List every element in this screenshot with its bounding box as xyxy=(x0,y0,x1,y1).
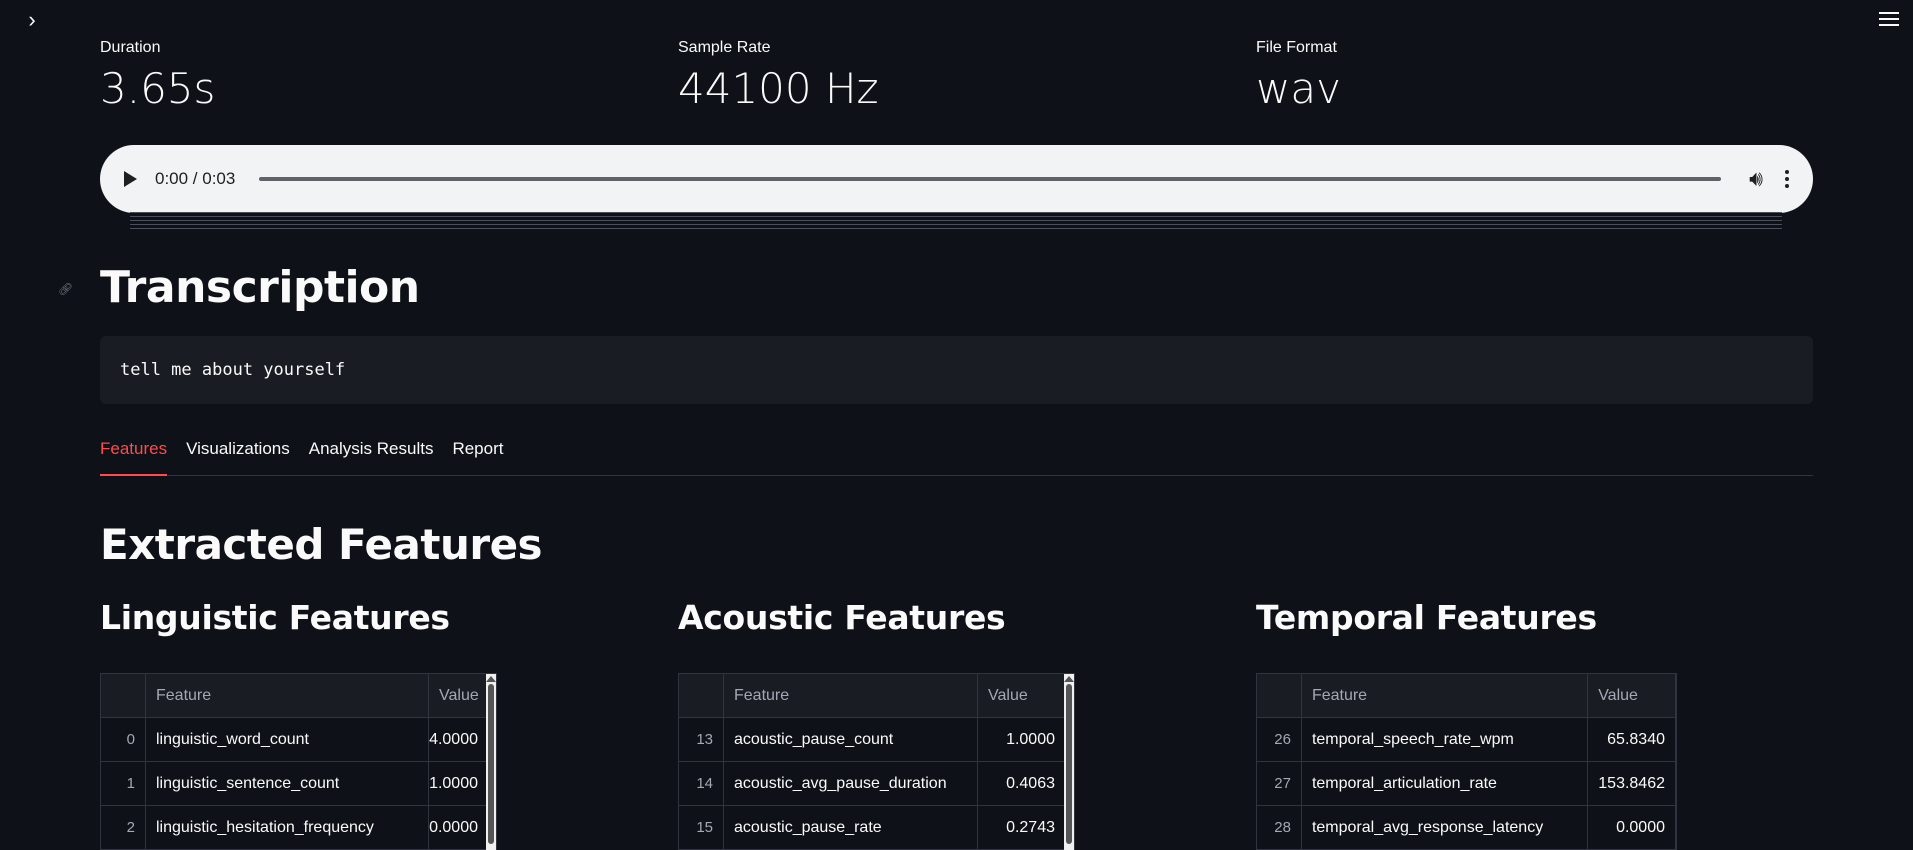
header-value[interactable]: Value xyxy=(978,674,1066,717)
tab-features[interactable]: Features xyxy=(100,436,168,476)
play-icon[interactable] xyxy=(124,171,137,187)
feature-cell: linguistic_sentence_count xyxy=(146,762,429,805)
table-row[interactable]: 15 acoustic_pause_rate 0.2743 xyxy=(679,806,1074,850)
feature-cell: temporal_articulation_rate xyxy=(1302,762,1589,805)
section-title: Temporal Features xyxy=(1256,598,1597,637)
metric-duration: Duration 3.65s xyxy=(100,38,215,114)
row-index: 0 xyxy=(101,718,146,761)
metric-label: Sample Rate xyxy=(678,39,771,56)
tab-bar: Features Visualizations Analysis Results… xyxy=(100,436,1813,476)
row-index: 26 xyxy=(1257,718,1302,761)
row-index: 27 xyxy=(1257,762,1302,805)
table-row[interactable]: 14 acoustic_avg_pause_duration 0.4063 xyxy=(679,762,1074,806)
row-index: 2 xyxy=(101,806,146,849)
table-header: Feature Value xyxy=(1257,674,1676,718)
feature-cell: linguistic_hesitation_frequency xyxy=(146,806,429,849)
value-cell: 0.0000 xyxy=(429,806,489,849)
table-row[interactable]: 28 temporal_avg_response_latency 0.0000 xyxy=(1257,806,1676,850)
main-content: Duration 3.65s Sample Rate 44100 Hz File… xyxy=(58,0,1813,850)
header-value[interactable]: Value xyxy=(1588,674,1676,717)
waveform-divider xyxy=(130,212,1782,236)
table-header: Feature Value xyxy=(101,674,496,718)
audio-seek-bar[interactable] xyxy=(259,177,1722,181)
value-cell: 1.0000 xyxy=(978,718,1066,761)
section-title: Linguistic Features xyxy=(100,598,450,637)
value-cell: 4.0000 xyxy=(429,718,489,761)
header-index xyxy=(679,674,724,717)
table-row[interactable]: 1 linguistic_sentence_count 1.0000 xyxy=(101,762,496,806)
metric-file-format: File Format wav xyxy=(1256,38,1341,114)
value-cell: 153.8462 xyxy=(1588,762,1676,805)
volume-icon[interactable]: 🔊︎ xyxy=(1749,166,1763,192)
linguistic-section: Linguistic Features xyxy=(100,598,450,637)
tab-visualizations[interactable]: Visualizations xyxy=(186,436,290,476)
value-cell: 0.4063 xyxy=(978,762,1066,805)
transcription-heading: Transcription xyxy=(100,262,420,313)
feature-cell: acoustic_avg_pause_duration xyxy=(724,762,978,805)
link-icon[interactable]: 🔗︎ xyxy=(58,282,73,296)
temporal-table[interactable]: Feature Value 26 temporal_speech_rate_wp… xyxy=(1256,673,1677,850)
feature-cell: temporal_avg_response_latency xyxy=(1302,806,1589,849)
row-index: 1 xyxy=(101,762,146,805)
value-cell: 65.8340 xyxy=(1588,718,1676,761)
metrics-row: Duration 3.65s Sample Rate 44100 Hz File… xyxy=(100,0,1813,130)
app-page: › Duration 3.65s Sample Rate 44100 Hz Fi… xyxy=(0,0,1913,850)
acoustic-section: Acoustic Features xyxy=(678,598,1006,637)
metric-label: Duration xyxy=(100,39,161,56)
audio-time: 0:00 / 0:03 xyxy=(155,169,236,188)
value-cell: 0.0000 xyxy=(1588,806,1676,849)
table-row[interactable]: 27 temporal_articulation_rate 153.8462 xyxy=(1257,762,1676,806)
value-cell: 1.0000 xyxy=(429,762,489,805)
feature-cell: linguistic_word_count xyxy=(146,718,429,761)
header-feature[interactable]: Feature xyxy=(146,674,429,717)
metric-value: wav xyxy=(1256,64,1341,113)
acoustic-table[interactable]: Feature Value 13 acoustic_pause_count 1.… xyxy=(678,673,1075,850)
metric-value: 44100 Hz xyxy=(678,64,879,113)
table-row[interactable]: 2 linguistic_hesitation_frequency 0.0000 xyxy=(101,806,496,850)
header-feature[interactable]: Feature xyxy=(724,674,978,717)
feature-cell: acoustic_pause_rate xyxy=(724,806,978,849)
table-header: Feature Value xyxy=(679,674,1074,718)
table-row[interactable]: 13 acoustic_pause_count 1.0000 xyxy=(679,718,1074,762)
header-feature[interactable]: Feature xyxy=(1302,674,1589,717)
header-index xyxy=(1257,674,1302,717)
metric-label: File Format xyxy=(1256,39,1337,56)
feature-cell: temporal_speech_rate_wpm xyxy=(1302,718,1589,761)
row-index: 14 xyxy=(679,762,724,805)
section-title: Acoustic Features xyxy=(678,598,1006,637)
extracted-features-heading: Extracted Features xyxy=(100,520,543,569)
metric-value: 3.65s xyxy=(100,64,216,113)
table-row[interactable]: 26 temporal_speech_rate_wpm 65.8340 xyxy=(1257,718,1676,762)
header-index xyxy=(101,674,146,717)
table-row[interactable]: 0 linguistic_word_count 4.0000 xyxy=(101,718,496,762)
tab-analysis-results[interactable]: Analysis Results xyxy=(309,436,434,476)
table-scrollbar[interactable] xyxy=(1064,674,1074,850)
temporal-section: Temporal Features xyxy=(1256,598,1597,637)
feature-cell: acoustic_pause_count xyxy=(724,718,978,761)
value-cell: 0.2743 xyxy=(978,806,1066,849)
row-index: 13 xyxy=(679,718,724,761)
transcription-text: tell me about yourself xyxy=(100,336,1813,404)
header-value[interactable]: Value xyxy=(429,674,489,717)
audio-player: 0:00 / 0:03 🔊︎ xyxy=(100,145,1813,213)
row-index: 28 xyxy=(1257,806,1302,849)
metric-sample-rate: Sample Rate 44100 Hz xyxy=(678,38,879,114)
chevron-right-icon[interactable]: › xyxy=(20,8,44,32)
hamburger-menu-icon[interactable] xyxy=(1877,8,1901,32)
tab-report[interactable]: Report xyxy=(452,436,503,476)
linguistic-table[interactable]: Feature Value 0 linguistic_word_count 4.… xyxy=(100,673,497,850)
row-index: 15 xyxy=(679,806,724,849)
more-vertical-icon[interactable] xyxy=(1785,170,1789,188)
table-scrollbar[interactable] xyxy=(486,674,496,850)
